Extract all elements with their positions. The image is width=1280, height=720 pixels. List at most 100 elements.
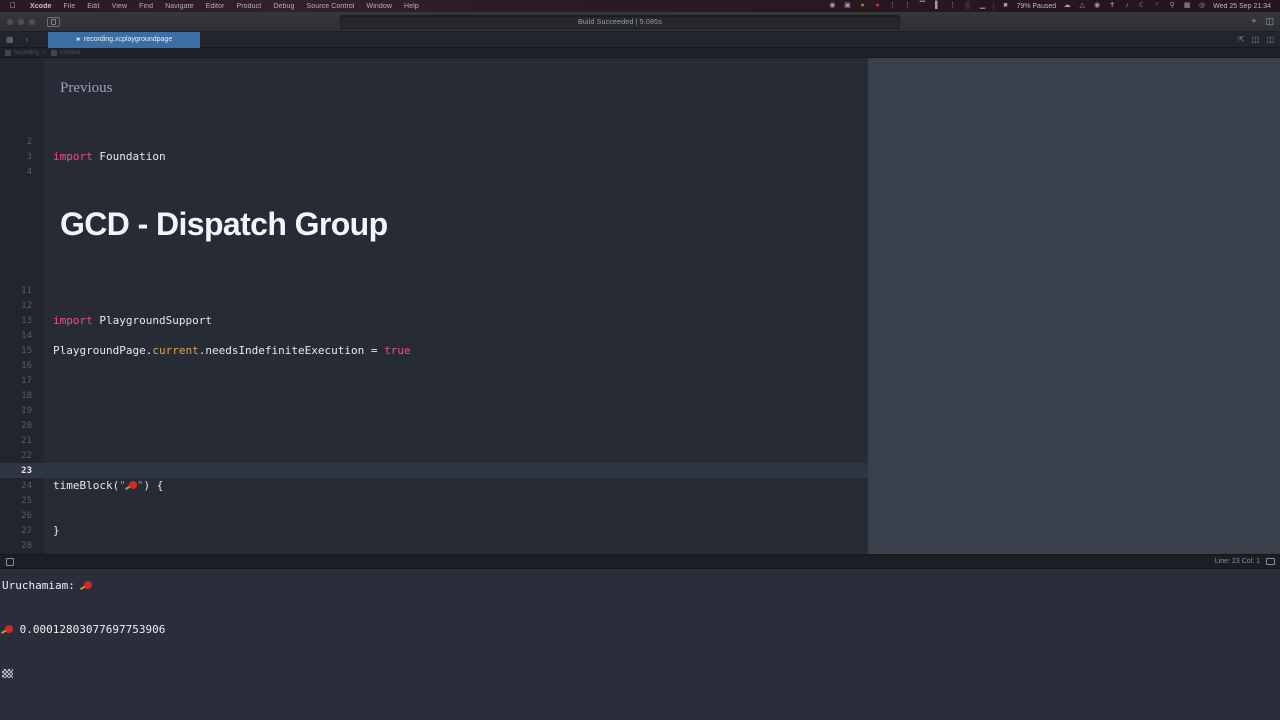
- code-token: true: [384, 344, 411, 357]
- split-editor-icon[interactable]: ◫: [1252, 35, 1260, 44]
- line-number: 15: [21, 345, 32, 356]
- page-title: GCD - Dispatch Group: [60, 206, 388, 242]
- playground-results-sidebar[interactable]: [868, 58, 1280, 554]
- code-line[interactable]: 24 timeBlock(" ") {: [0, 478, 868, 493]
- code-line[interactable]: 22: [0, 448, 868, 463]
- panel-toggle-button[interactable]: [1266, 558, 1275, 565]
- apple-icon[interactable]: : [10, 2, 16, 10]
- menu-item-help[interactable]: Help: [398, 3, 425, 10]
- code-line[interactable]: 11: [0, 283, 868, 298]
- menu-item-view[interactable]: View: [106, 3, 133, 10]
- battery-icon[interactable]: ■: [1001, 2, 1009, 10]
- code-line[interactable]: 28: [0, 538, 868, 553]
- line-number: 21: [21, 435, 32, 446]
- code-line[interactable]: 17: [0, 373, 868, 388]
- menu-item-window[interactable]: Window: [361, 3, 399, 10]
- code-line[interactable]: 4: [0, 164, 868, 179]
- window-traffic-lights: [0, 18, 35, 25]
- code-line[interactable]: 20: [0, 418, 868, 433]
- disc-icon[interactable]: ◉: [828, 2, 836, 10]
- waveform-icon[interactable]: ⋮: [903, 2, 911, 10]
- dropbox-tray-icon[interactable]: △: [1078, 2, 1086, 10]
- zoom-button[interactable]: [29, 18, 35, 25]
- code-line[interactable]: 2: [0, 134, 868, 149]
- previous-page-link[interactable]: Previous: [60, 80, 113, 97]
- menu-item-find[interactable]: Find: [133, 3, 159, 10]
- code-token: PlaygroundSupport: [92, 314, 212, 327]
- debug-console[interactable]: Uruchamiam: 0.00012803077697753906: [0, 569, 1280, 720]
- page-icon: [50, 49, 57, 56]
- line-number: 2: [26, 136, 32, 147]
- menu-item-edit[interactable]: Edit: [81, 3, 105, 10]
- dropbox-icon[interactable]: ●: [858, 2, 866, 10]
- code-line[interactable]: 23: [0, 463, 868, 478]
- menu-item-product[interactable]: Product: [230, 3, 267, 10]
- activity-icon[interactable]: ▁: [978, 2, 986, 10]
- code-line[interactable]: 21: [0, 433, 868, 448]
- breadcrumb-item-recording[interactable]: recording: [5, 49, 39, 56]
- navigator-toggle-icon[interactable]: ◫: [1265, 17, 1274, 26]
- console-toggle-button[interactable]: [6, 557, 14, 566]
- siri-icon[interactable]: ◎: [1198, 2, 1206, 10]
- search-icon[interactable]: ⚲: [1168, 2, 1176, 10]
- line-number: 16: [21, 360, 32, 371]
- bluetooth-icon[interactable]: ✝: [1108, 2, 1116, 10]
- tab-recording-xcplaygroundpage[interactable]: ■ recording.xcplaygroundpage: [48, 31, 201, 48]
- cloud-icon[interactable]: ☁: [1063, 2, 1071, 10]
- wifi-icon[interactable]: ◜: [1153, 2, 1161, 10]
- add-editor-icon[interactable]: ◫: [1266, 35, 1274, 44]
- menu-item-file[interactable]: File: [58, 3, 82, 10]
- playground-editor[interactable]: Previous GCD - Dispatch Group 2 3 import F…: [0, 58, 868, 554]
- grid-icon[interactable]: ▦: [0, 35, 20, 44]
- code-line[interactable]: 25: [0, 493, 868, 508]
- menubar-clock[interactable]: Wed 25 Sep 21:34: [1213, 3, 1271, 10]
- code-line[interactable]: 15 PlaygroundPage.current.needsIndefinite…: [0, 343, 868, 358]
- line-number: 13: [21, 315, 32, 326]
- line-number: 23: [21, 465, 32, 476]
- menubar-divider: [993, 2, 995, 10]
- console-line: Uruchamiam:: [2, 575, 1280, 597]
- code-line[interactable]: 27}: [0, 523, 868, 538]
- tab-bar-right-controls: ⇱ ◫ ◫: [1238, 35, 1274, 44]
- screenshot-icon[interactable]: ▣: [843, 2, 851, 10]
- code-line[interactable]: 16: [0, 358, 868, 373]
- menu-item-xcode[interactable]: Xcode: [24, 3, 58, 10]
- code-line[interactable]: 19: [0, 403, 868, 418]
- line-source: timeBlock(" ") {: [38, 479, 163, 492]
- expand-icon[interactable]: ⇱: [1238, 35, 1245, 44]
- cpu-icon[interactable]: ⋮: [948, 2, 956, 10]
- moon-icon[interactable]: ☾: [1138, 2, 1146, 10]
- line-number: 25: [21, 495, 32, 506]
- library-icon[interactable]: +: [1251, 17, 1256, 26]
- menu-item-navigate[interactable]: Navigate: [159, 3, 199, 10]
- bars-icon[interactable]: ⋮: [888, 2, 896, 10]
- meter-icon[interactable]: ▌: [933, 2, 941, 10]
- code-token: PlaygroundPage.: [53, 344, 153, 357]
- record-icon[interactable]: ●: [873, 2, 881, 10]
- menu-item-editor[interactable]: Editor: [200, 3, 231, 10]
- line-source: PlaygroundPage.current.needsIndefiniteEx…: [38, 344, 411, 357]
- menu-item-debug[interactable]: Debug: [267, 3, 300, 10]
- graph-icon[interactable]: ▔: [918, 2, 926, 10]
- clock-icon[interactable]: ◉: [1093, 2, 1101, 10]
- volume-icon[interactable]: ♪: [1123, 2, 1131, 10]
- xcode-toolbar: Build Succeeded | 5.085s + ◫: [0, 12, 1280, 32]
- code-token: import: [53, 150, 93, 163]
- close-button[interactable]: [7, 18, 13, 25]
- code-line[interactable]: 14: [0, 328, 868, 343]
- menu-item-source-control[interactable]: Source Control: [300, 3, 360, 10]
- control-center-icon[interactable]: ▦: [1183, 2, 1191, 10]
- line-source: }: [38, 524, 60, 537]
- code-line[interactable]: 12: [0, 298, 868, 313]
- code-line[interactable]: 3 import Foundation: [0, 149, 868, 164]
- code-line[interactable]: 26: [0, 508, 868, 523]
- code-line[interactable]: 18: [0, 388, 868, 403]
- code-line[interactable]: 13 import PlaygroundSupport: [0, 313, 868, 328]
- network-icon[interactable]: ░: [963, 2, 971, 10]
- line-number: 4: [26, 166, 32, 177]
- line-number: 27: [21, 525, 32, 536]
- minimize-button[interactable]: [18, 18, 24, 25]
- breadcrumb-item-untitled[interactable]: Untitled: [50, 49, 80, 56]
- scheme-selector-button[interactable]: [47, 16, 60, 27]
- back-chevron-icon[interactable]: ‹: [20, 35, 35, 44]
